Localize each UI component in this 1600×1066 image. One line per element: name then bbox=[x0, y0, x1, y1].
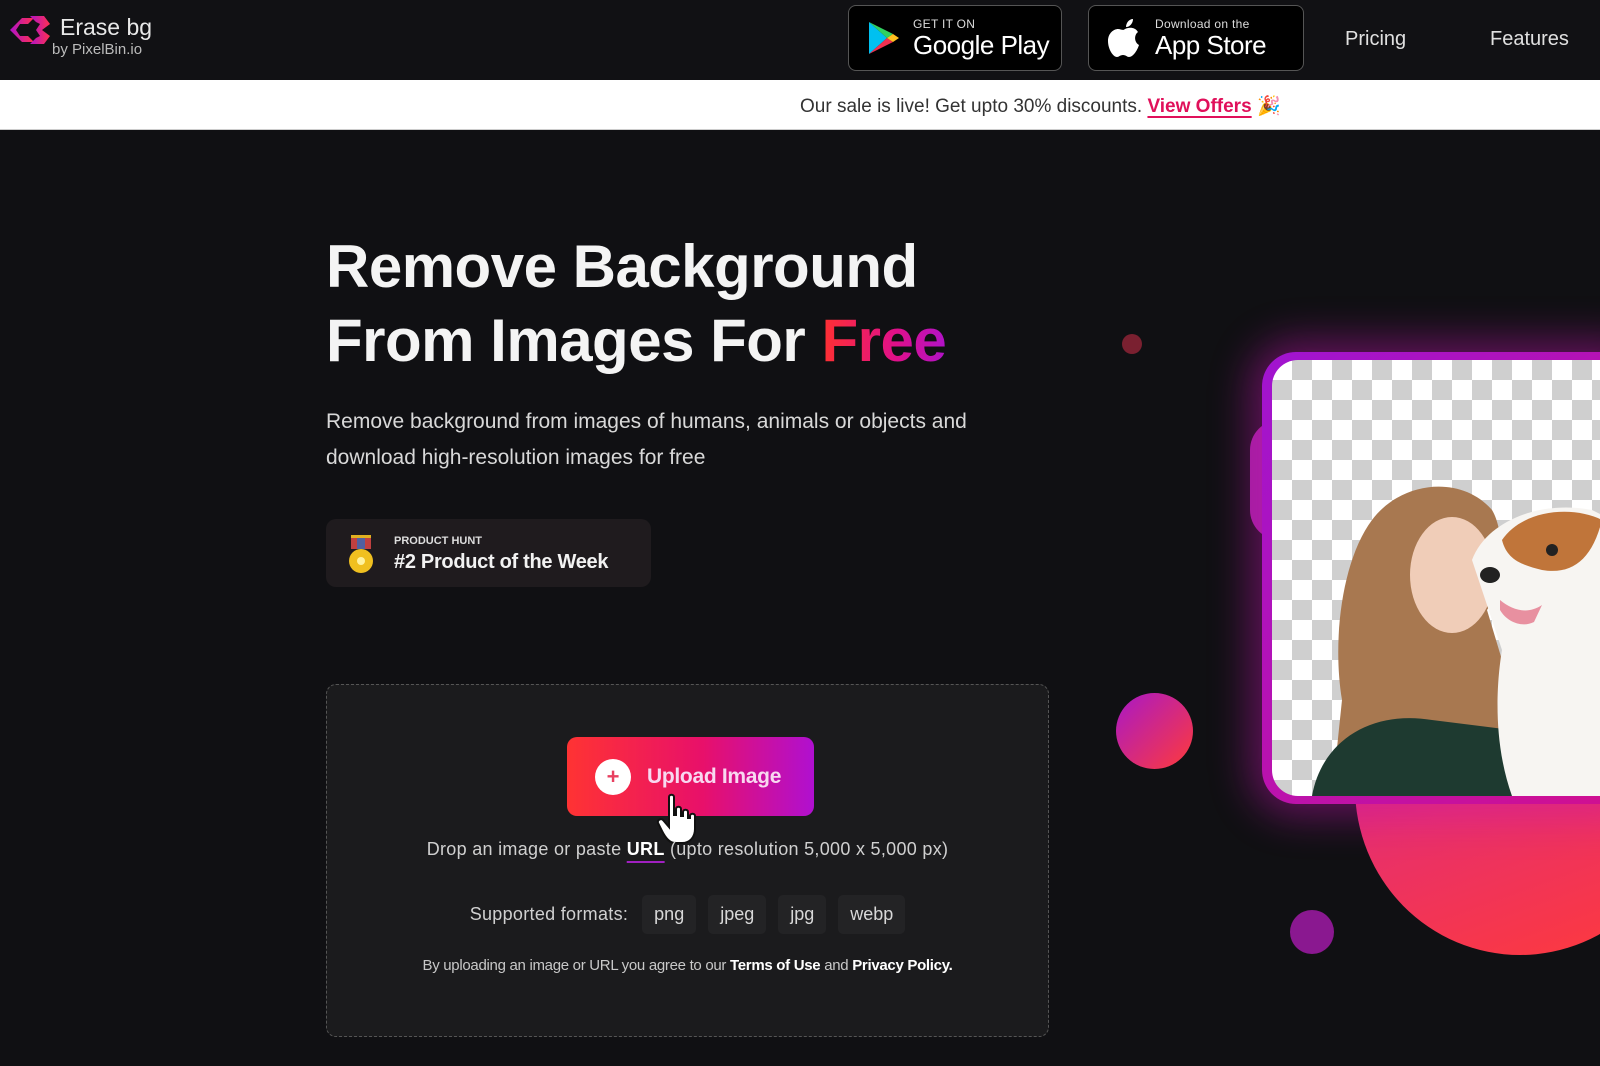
terms-prefix: By uploading an image or URL you agree t… bbox=[422, 957, 727, 974]
google-play-big: Google Play bbox=[913, 30, 1050, 60]
formats-label: Supported formats: bbox=[469, 904, 629, 924]
drop-instructions: Drop an image or paste URL (upto resolut… bbox=[327, 839, 1048, 860]
badge-label: PRODUCT HUNT bbox=[394, 535, 482, 547]
top-navbar: Erase bg by PixelBin.io GET IT ON Google… bbox=[0, 0, 1600, 80]
format-chip: png bbox=[642, 895, 697, 934]
supported-formats: Supported formats: png jpeg jpg webp bbox=[327, 895, 1048, 934]
google-play-icon bbox=[869, 22, 899, 54]
app-store-button[interactable]: Download on the App Store bbox=[1088, 5, 1304, 71]
hand-cursor-icon bbox=[657, 793, 696, 844]
party-popper-icon: 🎉 bbox=[1256, 96, 1281, 117]
format-chip: jpg bbox=[778, 895, 827, 934]
upload-dropzone[interactable]: + Upload Image Drop an image or paste UR… bbox=[326, 684, 1049, 1037]
erase-bg-logo-icon bbox=[10, 16, 50, 44]
nav-pricing[interactable]: Pricing bbox=[1345, 28, 1406, 51]
hero-title: Remove Background From Images For Free bbox=[326, 230, 947, 378]
hero-title-line2: From Images For bbox=[326, 307, 806, 374]
decor-dot bbox=[1122, 334, 1142, 354]
format-chip: jpeg bbox=[708, 895, 767, 934]
hero-title-line1: Remove Background bbox=[326, 233, 918, 300]
medal-icon bbox=[349, 535, 373, 573]
drop-prefix: Drop an image or paste bbox=[426, 839, 622, 859]
terms-and: and bbox=[824, 957, 849, 974]
hero-subtitle: Remove background from images of humans,… bbox=[326, 410, 967, 469]
apple-icon bbox=[1108, 19, 1139, 57]
drop-suffix: (upto resolution 5,000 x 5,000 px) bbox=[669, 839, 949, 859]
plus-icon: + bbox=[595, 758, 631, 795]
nav-features[interactable]: Features bbox=[1490, 28, 1569, 51]
logo-subtitle: by PixelBin.io bbox=[52, 41, 143, 58]
demo-image-frame bbox=[1262, 352, 1600, 804]
logo-title: Erase bg bbox=[60, 14, 153, 40]
product-hunt-badge[interactable]: PRODUCT HUNT #2 Product of the Week bbox=[326, 519, 651, 587]
sale-banner: Our sale is live! Get upto 30% discounts… bbox=[0, 80, 1600, 130]
woman-with-dog-image bbox=[1312, 486, 1600, 796]
privacy-policy-link[interactable]: Privacy Policy. bbox=[852, 957, 953, 974]
terms-of-use-link[interactable]: Terms of Use bbox=[730, 957, 821, 974]
banner-text: Our sale is live! Get upto 30% discounts… bbox=[800, 96, 1143, 117]
app-store-small: Download on the bbox=[1155, 17, 1250, 31]
google-play-small: GET IT ON bbox=[913, 17, 976, 31]
hero-title-highlight: Free bbox=[821, 307, 947, 374]
badge-title: #2 Product of the Week bbox=[394, 551, 609, 573]
format-chip: webp bbox=[838, 895, 906, 934]
google-play-button[interactable]: GET IT ON Google Play bbox=[848, 5, 1062, 71]
decor-circle bbox=[1116, 693, 1193, 769]
view-offers-link[interactable]: View Offers bbox=[1147, 96, 1251, 117]
upload-image-label: Upload Image bbox=[647, 764, 782, 788]
logo[interactable]: Erase bg by PixelBin.io bbox=[6, 10, 152, 57]
terms-notice: By uploading an image or URL you agree t… bbox=[327, 957, 1048, 974]
paste-url-link[interactable]: URL bbox=[627, 839, 665, 859]
app-store-big: App Store bbox=[1155, 30, 1267, 60]
transparent-background bbox=[1272, 360, 1600, 796]
decor-dot bbox=[1290, 910, 1334, 954]
